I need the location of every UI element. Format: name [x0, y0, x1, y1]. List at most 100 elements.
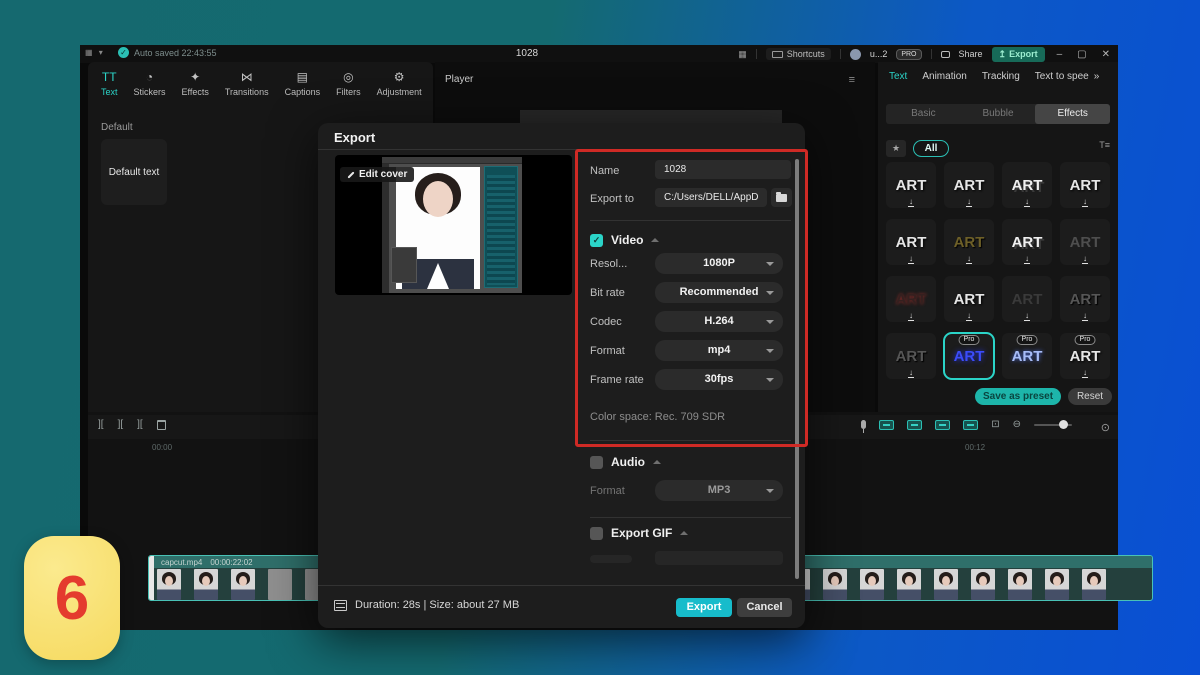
- subtab-effects[interactable]: Effects: [1035, 104, 1110, 124]
- zoom-slider-knob[interactable]: [1059, 420, 1068, 429]
- subtab-basic[interactable]: Basic: [886, 104, 961, 124]
- dialog-export-button[interactable]: Export: [676, 598, 732, 617]
- download-icon: ↓: [1082, 312, 1088, 321]
- split-icon[interactable]: ][: [98, 419, 104, 430]
- art-effect-item[interactable]: ART↓: [1002, 276, 1052, 322]
- frame-thumbnail: [897, 569, 921, 600]
- art-effect-item[interactable]: ProART: [1002, 333, 1052, 379]
- tab-text-to-speech[interactable]: Text to spee: [1035, 71, 1089, 82]
- tab-text-settings[interactable]: Text: [889, 71, 907, 82]
- art-effect-item[interactable]: ART↓: [1002, 219, 1052, 265]
- subtab-bubble[interactable]: Bubble: [961, 104, 1036, 124]
- export-gif-checkbox[interactable]: [590, 527, 603, 540]
- player-label: Player: [445, 74, 473, 85]
- pro-badge: PRO: [896, 49, 921, 60]
- minimize-button[interactable]: –: [1054, 49, 1066, 60]
- captions-icon: ▤: [297, 70, 308, 84]
- tab-animation[interactable]: Animation: [922, 71, 966, 82]
- art-effect-item[interactable]: ART↓: [944, 219, 994, 265]
- video-frame-background: [520, 110, 782, 123]
- linking-icon[interactable]: [935, 420, 950, 430]
- trim-right-icon[interactable]: ][: [137, 419, 143, 430]
- tab-transitions[interactable]: ⋈ Transitions: [225, 70, 269, 97]
- art-effect-item[interactable]: ART↓: [1060, 162, 1110, 208]
- trim-left-icon[interactable]: ][: [118, 419, 124, 430]
- art-effect-item[interactable]: ART↓: [886, 219, 936, 265]
- art-effect-item[interactable]: ART↓: [944, 276, 994, 322]
- share-button[interactable]: Share: [959, 49, 983, 59]
- screenshot-stage: ▦ ▾ ✓ Auto saved 22:43:55 1028 ▦ Shortcu…: [0, 0, 1200, 675]
- download-icon: ↓: [1082, 255, 1088, 264]
- ruler-time-end: 00:12: [965, 443, 985, 452]
- tab-captions[interactable]: ▤ Captions: [285, 70, 321, 97]
- record-voiceover-icon[interactable]: [861, 420, 866, 429]
- art-effect-item-selected[interactable]: ProART: [944, 333, 994, 379]
- filters-icon: ◎: [343, 70, 353, 84]
- tab-filters[interactable]: ◎ Filters: [336, 70, 361, 97]
- dialog-cancel-button[interactable]: Cancel: [737, 598, 792, 617]
- frame-thumbnail: [860, 569, 884, 600]
- divider: [931, 49, 932, 59]
- zoom-out-icon[interactable]: ⊖: [1013, 419, 1021, 430]
- project-title: 1028: [497, 48, 557, 59]
- tabs-overflow-icon[interactable]: »: [1094, 71, 1100, 82]
- download-icon: ↓: [908, 255, 914, 264]
- caret-down-icon: [766, 489, 774, 493]
- text-filter-icon[interactable]: T≡: [1099, 140, 1110, 150]
- tab-stickers[interactable]: ◔ Stickers: [134, 70, 166, 97]
- audio-checkbox[interactable]: [590, 456, 603, 469]
- ruler-time-start: 00:00: [152, 443, 172, 452]
- delete-icon[interactable]: [157, 420, 166, 430]
- window-menu-icon[interactable]: ▦ ▾: [85, 48, 105, 57]
- art-effect-item[interactable]: ART↓: [1002, 162, 1052, 208]
- default-text-preset[interactable]: Default text: [101, 139, 167, 205]
- titlebar-export-button[interactable]: ↥ Export: [992, 47, 1045, 62]
- favorites-star-icon[interactable]: ★: [886, 140, 906, 157]
- tab-effects[interactable]: ✦ Effects: [182, 70, 209, 97]
- player-menu-icon[interactable]: ≡: [849, 74, 855, 86]
- preview-axis-icon[interactable]: [963, 420, 978, 430]
- art-effect-item[interactable]: ART↓: [886, 333, 936, 379]
- download-icon: ↓: [1024, 255, 1030, 264]
- divider: [756, 49, 757, 59]
- snap-icon[interactable]: [879, 420, 894, 430]
- maximize-button[interactable]: ▢: [1074, 49, 1089, 60]
- pro-badge: Pro: [959, 335, 980, 345]
- download-icon: ↓: [966, 312, 972, 321]
- all-filter-button[interactable]: All: [913, 140, 949, 157]
- save-as-preset-button[interactable]: Save as preset: [975, 388, 1061, 405]
- frame-thumbnail: [157, 569, 181, 600]
- art-effect-item[interactable]: ProART↓: [1060, 333, 1110, 379]
- audio-format-dropdown[interactable]: MP3: [655, 480, 783, 501]
- edit-cover-button[interactable]: Edit cover: [340, 167, 414, 182]
- collapse-audio-icon[interactable]: [653, 460, 661, 464]
- download-icon: ↓: [908, 198, 914, 207]
- preview-icon[interactable]: ⊡: [991, 419, 999, 430]
- user-avatar[interactable]: [850, 49, 861, 60]
- art-effect-item[interactable]: ART↓: [886, 276, 936, 322]
- reset-button[interactable]: Reset: [1068, 388, 1112, 405]
- shortcuts-button[interactable]: Shortcuts: [766, 48, 831, 60]
- highlight-rectangle: [575, 149, 808, 447]
- magnetic-icon[interactable]: [907, 420, 922, 430]
- tab-text[interactable]: TT Text: [101, 70, 118, 97]
- fit-timeline-icon[interactable]: ⊙: [1101, 421, 1110, 434]
- divider: [840, 49, 841, 59]
- dialog-footer: Duration: 28s | Size: about 27 MB Export…: [318, 585, 805, 628]
- art-effect-item[interactable]: ART↓: [1060, 276, 1110, 322]
- tab-tracking[interactable]: Tracking: [982, 71, 1020, 82]
- close-button[interactable]: ✕: [1099, 49, 1113, 60]
- collapse-gif-icon[interactable]: [680, 531, 688, 535]
- autosave-label: Auto saved 22:43:55: [134, 48, 217, 58]
- cover-preview: Edit cover: [335, 155, 572, 295]
- art-effect-item[interactable]: ART↓: [944, 162, 994, 208]
- art-effect-item[interactable]: ART↓: [886, 162, 936, 208]
- download-icon: ↓: [908, 369, 914, 378]
- text-effects-grid: ART↓ ART↓ ART↓ ART↓ ART↓ ART↓ ART↓ ART↓ …: [886, 162, 1110, 379]
- art-effect-item[interactable]: ART↓: [1060, 219, 1110, 265]
- timeline-zoom-slider[interactable]: [1034, 424, 1072, 426]
- tab-adjustment[interactable]: ⚙ Adjustment: [377, 70, 422, 97]
- layout-grid-icon[interactable]: ▦: [738, 49, 747, 60]
- text-icon: TT: [102, 70, 117, 84]
- clipped-row-label: [590, 555, 632, 563]
